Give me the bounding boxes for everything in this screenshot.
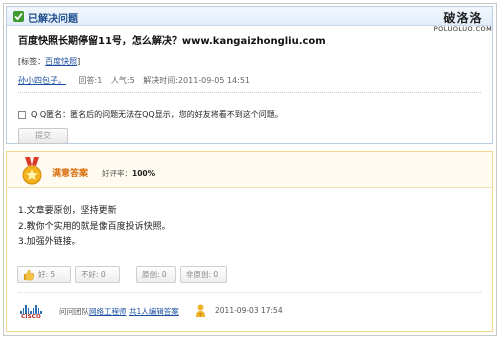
question-meta: 孙小四包子。 回答:1 人气:5 解决时间:2011-09-05 14:51 (18, 75, 256, 86)
watermark-logo: 破洛洛 POLUOLUO.COM (428, 9, 498, 33)
divider (18, 92, 481, 93)
tag-prefix: [标签： (18, 57, 46, 66)
rating-label: 好评率： (102, 169, 132, 178)
check-icon (13, 11, 24, 22)
submit-button[interactable]: 提交 (18, 128, 68, 144)
like-button[interactable]: 好: 5 (17, 266, 71, 283)
team-name-link[interactable]: 网络工程师 (89, 307, 127, 316)
vote-buttons: 好: 5 不好: 0 原创: 0 非原创: 0 (17, 266, 231, 283)
question-title: 百度快照长期停留11号，怎么解决？www.kangaizhongliu.com (18, 36, 326, 47)
answer-line: 1.文章要原创，坚持更新 (18, 206, 117, 216)
rating: 好评率：100% (102, 168, 155, 179)
cisco-logo: CISCO (20, 304, 42, 326)
answer-time: 2011-09-03 17:54 (215, 306, 283, 315)
divider (18, 292, 481, 293)
watermark-en: POLUOLUO.COM (433, 25, 493, 33)
answerer-team: 问问团队网络工程师 (59, 306, 127, 317)
qq-anonymous-row: Q Q匿名：匿名后的问题无法在QQ显示，您的好友将看不到这个问题。 (18, 109, 283, 120)
answer-body: 1.文章要原创，坚持更新 2.教你个实用的就是像百度投诉快照。 3.加强外链接。 (18, 204, 171, 251)
like-count: : 5 (45, 270, 56, 279)
rating-value: 100% (132, 169, 156, 178)
answer-line: 3.加强外链接。 (18, 237, 81, 247)
qq-anonymous-checkbox[interactable] (18, 110, 26, 119)
watermark-cn: 破洛洛 (443, 11, 483, 25)
answer-line: 2.教你个实用的就是像百度投诉快照。 (18, 221, 171, 232)
editors-link[interactable]: 共1人编辑答案 (129, 306, 179, 317)
resolved-status-label: 已解决问题 (28, 14, 78, 25)
tag-suffix: ] (77, 57, 81, 66)
person-icon (196, 304, 205, 317)
medal-icon (22, 157, 42, 185)
thumbs-up-icon (24, 269, 35, 280)
tag-link[interactable]: 百度快照 (45, 57, 77, 66)
answer-header: 满意答案 好评率：100% (7, 152, 492, 188)
question-header: 已解决问题 (7, 7, 492, 26)
answer-footer: CISCO 问问团队网络工程师 共1人编辑答案 2011-09-03 17:54 (18, 304, 488, 326)
cisco-logo-text: CISCO (21, 314, 41, 320)
popularity-count: 人气:5 (110, 76, 135, 85)
qq-anonymous-label: Q Q匿名：匿名后的问题无法在QQ显示，您的好友将看不到这个问题。 (31, 110, 283, 119)
resolved-time: 解决时间:2011-09-05 14:51 (143, 76, 251, 85)
like-label: 好 (38, 270, 46, 279)
cisco-logo-bars (20, 304, 42, 314)
original-button[interactable]: 原创: 0 (136, 266, 176, 283)
dislike-button[interactable]: 不好: 0 (75, 266, 120, 283)
tag-line: [标签：百度快照] (18, 56, 80, 67)
answer-panel: 满意答案 好评率：100% 1.文章要原创，坚持更新 2.教你个实用的就是像百度… (6, 151, 493, 332)
answer-header-label: 满意答案 (52, 169, 89, 179)
asker-link[interactable]: 孙小四包子。 (18, 76, 66, 85)
team-prefix: 问问团队 (59, 307, 89, 316)
non-original-button[interactable]: 非原创: 0 (180, 266, 227, 283)
question-panel: 已解决问题 百度快照长期停留11号，怎么解决？www.kangaizhongli… (6, 6, 493, 144)
answer-count: 回答:1 (78, 76, 103, 85)
